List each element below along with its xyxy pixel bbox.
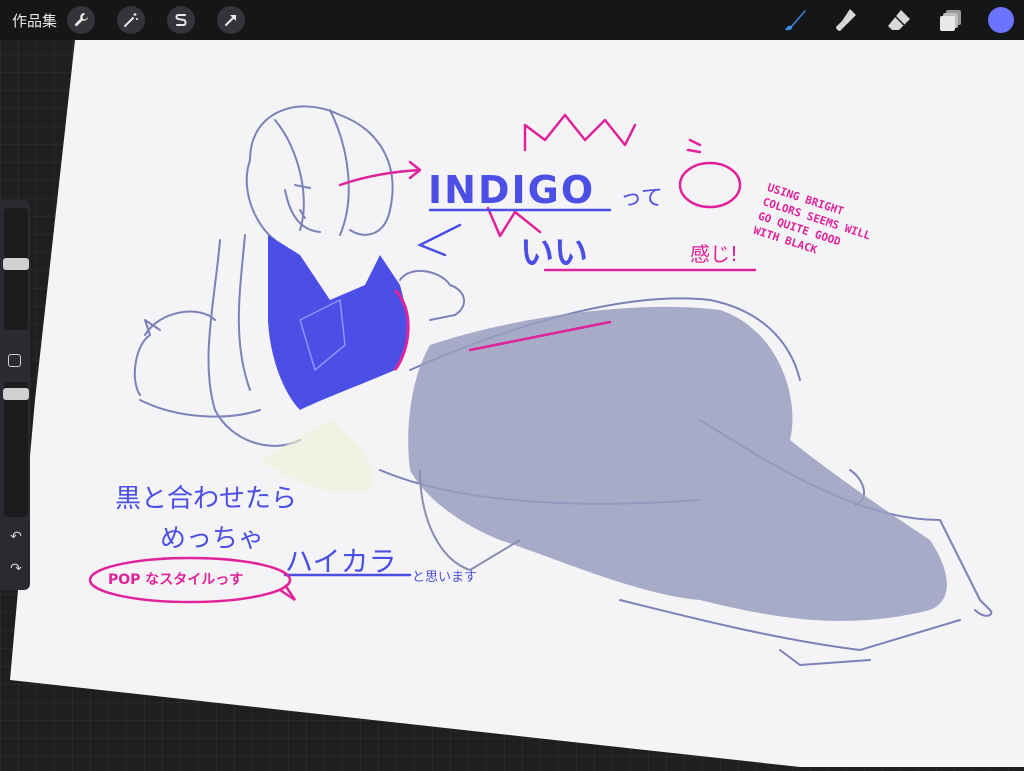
magic-wand-icon	[124, 13, 139, 27]
tte-word: って	[620, 186, 663, 211]
brush-size-handle[interactable]	[3, 257, 29, 270]
eraser-button[interactable]	[884, 5, 914, 35]
indigo-word: INDIGO	[428, 168, 596, 212]
top-toolbar: 作品集	[0, 0, 1024, 40]
layers-button[interactable]	[936, 5, 966, 35]
brush-icon	[785, 10, 806, 31]
eraser-icon	[888, 10, 910, 30]
adjustments-button[interactable]	[117, 6, 146, 34]
kanji-word: 感じ!	[690, 242, 739, 266]
pop-bubble-text: POP なスタイルっす	[108, 572, 244, 588]
transform-button[interactable]	[217, 6, 246, 34]
smudge-icon	[836, 9, 856, 31]
actions-button[interactable]	[67, 6, 96, 34]
brush-size-slider[interactable]	[3, 208, 29, 330]
wrench-icon	[74, 13, 89, 27]
drawing-canvas[interactable]: INDIGO って いい 感じ! USING BRIGHT COLORS SEE…	[0, 0, 1024, 767]
haikara-word: ハイカラ	[285, 545, 397, 578]
opacity-slider[interactable]	[3, 382, 29, 517]
arrow-cursor-icon	[225, 15, 237, 26]
gallery-button[interactable]: 作品集	[12, 10, 57, 31]
undo-button[interactable]: ↶	[7, 528, 25, 546]
right-toolbar	[780, 0, 1024, 40]
modify-button[interactable]	[8, 354, 21, 367]
smudge-button[interactable]	[832, 5, 862, 35]
layers-icon	[940, 10, 961, 31]
jp-line-1: 黒と合わせたら	[115, 484, 298, 514]
opacity-handle[interactable]	[3, 388, 29, 401]
jp-line-2: めっちゃ	[160, 524, 265, 554]
undo-icon: ↶	[10, 529, 22, 545]
redo-button[interactable]: ↷	[7, 560, 25, 578]
omoimasu-word: と思います	[412, 570, 478, 585]
selection-s-icon	[175, 14, 187, 26]
color-picker-button[interactable]	[988, 7, 1014, 33]
underline-word: いい	[520, 233, 588, 273]
selection-button[interactable]	[167, 6, 196, 34]
redo-icon: ↷	[10, 561, 22, 577]
brush-button[interactable]	[780, 5, 810, 35]
left-sidebar: ↶ ↷	[0, 200, 30, 590]
